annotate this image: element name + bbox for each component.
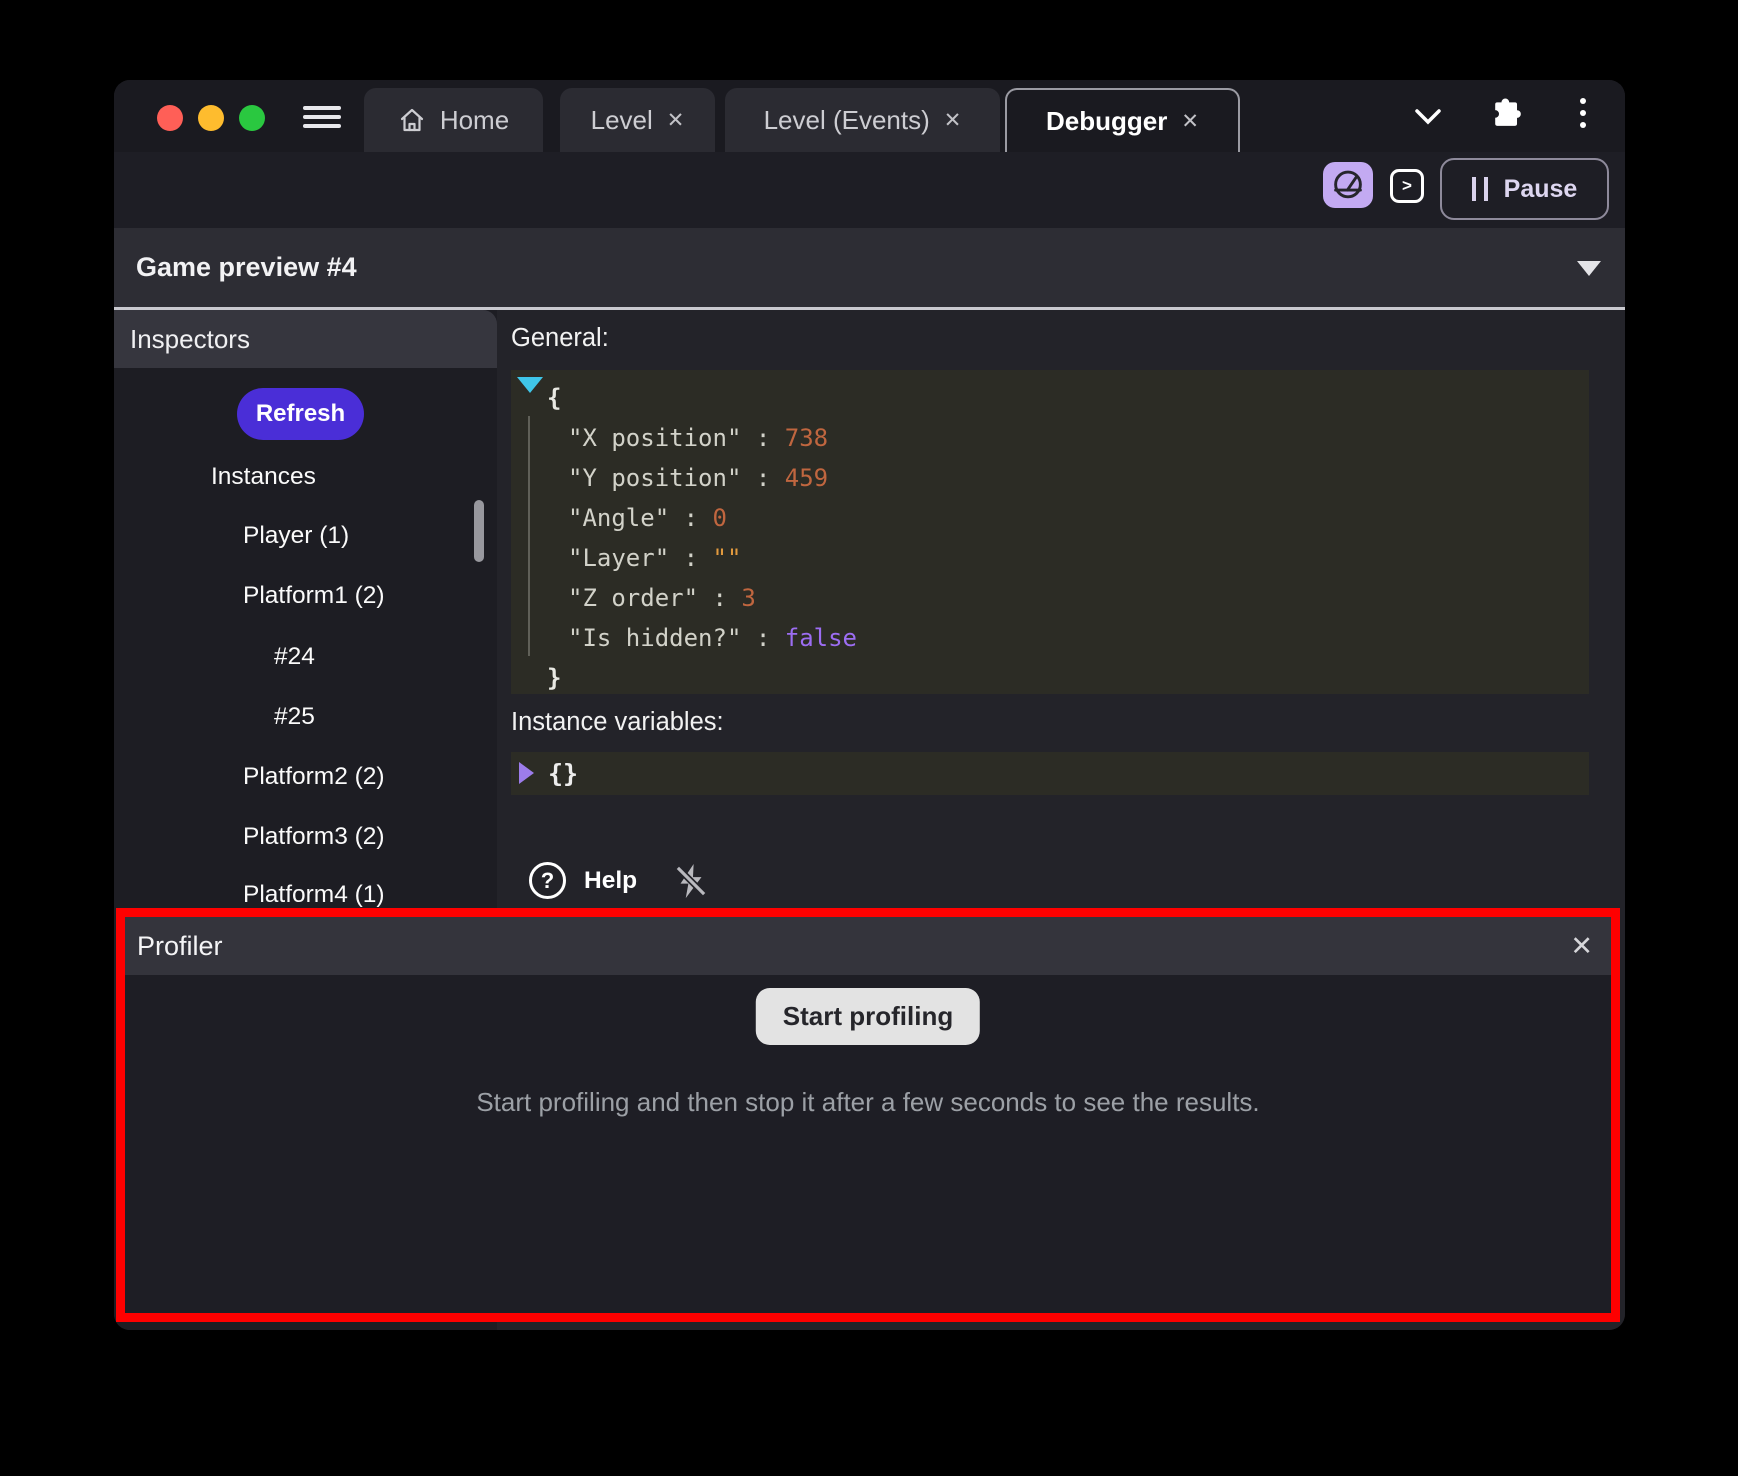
general-section-label: General:: [511, 324, 609, 353]
tab-bar: Home Level ✕ Level (Events) ✕ Debugger ✕: [114, 80, 1625, 152]
variables-value: {}: [548, 752, 578, 795]
tree-item-platform2[interactable]: Platform2 (2): [114, 760, 483, 794]
close-icon[interactable]: ✕: [944, 108, 962, 133]
hamburger-menu-icon[interactable]: [303, 106, 341, 128]
close-icon[interactable]: ✕: [1570, 917, 1593, 975]
pause-button[interactable]: Pause: [1440, 158, 1609, 220]
json-value: 3: [741, 584, 755, 612]
close-icon[interactable]: ✕: [667, 108, 685, 133]
tree-item-platform3[interactable]: Platform3 (2): [114, 820, 483, 854]
traffic-light-close-icon[interactable]: [157, 105, 183, 131]
json-value: "": [713, 544, 742, 572]
tab-debugger[interactable]: Debugger ✕: [1005, 88, 1240, 152]
json-value: 0: [713, 504, 727, 532]
json-value: false: [785, 624, 857, 652]
profiler-panel: Profiler ✕ Start profiling Start profili…: [116, 908, 1620, 1322]
profiler-message: Start profiling and then stop it after a…: [125, 1087, 1611, 1118]
tree-item-platform1[interactable]: Platform1 (2): [114, 579, 483, 613]
extensions-puzzle-icon[interactable]: [1488, 95, 1524, 131]
profiler-title: Profiler: [137, 917, 223, 975]
json-close-brace: }: [511, 658, 1589, 698]
sidebar-scrollbar-thumb[interactable]: [474, 500, 484, 562]
refresh-button[interactable]: Refresh: [237, 388, 364, 440]
general-json-view: { "X position" : 738 "Y position" : 459 …: [511, 370, 1589, 694]
close-icon[interactable]: ✕: [1181, 109, 1199, 134]
tree-item-instances[interactable]: Instances: [114, 460, 483, 494]
traffic-light-zoom-icon[interactable]: [239, 105, 265, 131]
tab-label: Level (Events): [764, 105, 930, 136]
tree-item-25[interactable]: #25: [114, 700, 483, 734]
tab-label: Level: [591, 105, 653, 136]
tab-label: Home: [440, 105, 509, 136]
inspectors-header: Inspectors: [114, 310, 497, 368]
app-window: Home Level ✕ Level (Events) ✕ Debugger ✕: [114, 80, 1625, 1330]
json-line: "Y position" : 459: [511, 458, 1589, 498]
instance-variables-view: {}: [511, 752, 1589, 795]
game-preview-title: Game preview #4: [136, 228, 357, 307]
json-open-brace: {: [511, 378, 1589, 418]
preview-dropdown-chevron-icon[interactable]: [1577, 261, 1601, 276]
tree-item-platform4[interactable]: Platform4 (1): [114, 878, 483, 912]
json-line: "X position" : 738: [511, 418, 1589, 458]
home-icon: [398, 106, 426, 134]
tree-item-player[interactable]: Player (1): [114, 519, 483, 553]
flash-off-icon[interactable]: [670, 860, 712, 902]
json-line: "Z order" : 3: [511, 578, 1589, 618]
kebab-menu-icon[interactable]: [1580, 98, 1586, 134]
tab-label: Debugger: [1046, 106, 1167, 137]
start-profiling-button[interactable]: Start profiling: [756, 988, 980, 1045]
chevron-down-icon[interactable]: [1414, 108, 1442, 126]
json-value: 459: [785, 464, 828, 492]
expand-triangle-icon[interactable]: [519, 762, 534, 784]
json-line: "Angle" : 0: [511, 498, 1589, 538]
json-line: "Layer" : "": [511, 538, 1589, 578]
profiler-header: Profiler ✕: [125, 917, 1611, 975]
pause-icon: [1472, 177, 1488, 201]
inspectors-title: Inspectors: [130, 310, 250, 368]
tab-level-events[interactable]: Level (Events) ✕: [725, 88, 1000, 152]
traffic-light-minimize-icon[interactable]: [198, 105, 224, 131]
console-icon[interactable]: >: [1390, 169, 1424, 203]
json-value: 738: [785, 424, 828, 452]
instance-variables-label: Instance variables:: [511, 708, 724, 737]
tree-item-24[interactable]: #24: [114, 640, 483, 674]
help-button[interactable]: ? Help: [529, 862, 637, 899]
profiler-gauge-icon[interactable]: [1323, 162, 1373, 208]
tab-home[interactable]: Home: [364, 88, 543, 152]
debugger-toolbar: > Pause: [114, 152, 1625, 228]
json-line: "Is hidden?" : false: [511, 618, 1589, 658]
pause-label: Pause: [1504, 175, 1578, 204]
game-preview-row[interactable]: Game preview #4: [114, 228, 1625, 307]
help-label: Help: [584, 867, 637, 895]
tab-level[interactable]: Level ✕: [560, 88, 715, 152]
help-icon: ?: [529, 862, 566, 899]
